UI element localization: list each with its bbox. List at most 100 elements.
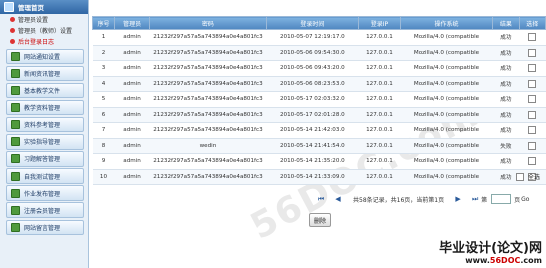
column-header: 密码 [149, 16, 267, 30]
sidebar-sub-label: 后台登录日志 [18, 39, 55, 46]
folder-icon [11, 103, 20, 113]
sidebar-sub-label: 管理员（教师）设置 [18, 28, 73, 35]
page-number-input[interactable] [491, 194, 512, 204]
sidebar-menu-label: 实验指导管理 [24, 139, 61, 147]
folder-icon [11, 137, 20, 147]
cell-no: 10 [92, 169, 115, 185]
sidebar-menu-item[interactable]: 注册会员管理 [6, 202, 84, 218]
cell-no: 5 [92, 91, 115, 108]
first-page-icon[interactable]: ⏮ [317, 195, 325, 203]
sidebar-menu-item[interactable]: 资料参考管理 [6, 116, 84, 133]
sidebar-menu-label: 注册会员管理 [24, 207, 61, 215]
sidebar-sub-item[interactable]: 后台登录日志 [0, 36, 88, 47]
cell-time: 2010-05-14 21:41:54.0 [266, 138, 359, 154]
cell-user: admin [114, 107, 150, 123]
row-checkbox[interactable] [528, 48, 537, 57]
cell-result: 失败 [492, 138, 520, 154]
sidebar-menu-item[interactable]: 习题解答管理 [6, 151, 84, 167]
sidebar-menu-item[interactable]: 网站留言管理 [6, 219, 84, 236]
cell-result: 成功 [492, 107, 520, 123]
folder-icon [11, 171, 20, 181]
cell-time: 2010-05-14 21:42:03.0 [266, 122, 359, 139]
cell-ip: 127.0.0.1 [358, 122, 401, 139]
bullet-icon [10, 39, 15, 44]
sidebar-menu-label: 网站留言管理 [24, 224, 61, 232]
cell-pwd: 21232f297a57a5a743894a0e4a801fc3 [149, 107, 267, 123]
cell-select [519, 122, 546, 139]
cell-result: 成功 [492, 45, 520, 61]
cell-ip: 127.0.0.1 [358, 60, 401, 77]
row-checkbox[interactable] [528, 141, 537, 150]
cell-os: Mozilla/4.0 (compatible [400, 153, 493, 170]
sidebar-header[interactable]: 管理首页 [0, 0, 88, 14]
row-checkbox[interactable] [528, 79, 537, 88]
select-all[interactable]: 全选 [516, 172, 540, 181]
brand-url: www.56DOC.com [439, 256, 542, 265]
sidebar-menu-item[interactable]: 网站通知设置 [6, 48, 84, 65]
cell-pwd: wedin [149, 138, 267, 154]
go-button[interactable]: Go [521, 196, 529, 203]
row-checkbox[interactable] [528, 157, 537, 166]
cell-os: Mozilla/4.0 (compatible [400, 29, 493, 46]
sidebar-sub-item[interactable]: 管理员（教师）设置 [0, 25, 88, 36]
table-row: 3 admin 21232f297a57a5a743894a0e4a801fc3 20… [92, 60, 546, 77]
cell-select [519, 76, 546, 92]
row-checkbox[interactable] [528, 110, 537, 119]
cell-os: Mozilla/4.0 (compatible [400, 169, 493, 185]
sidebar-sub-item[interactable]: 管理员设置 [0, 14, 88, 25]
brand-url-accent: 56DOC [489, 256, 521, 265]
cell-os: Mozilla/4.0 (compatible [400, 91, 493, 108]
row-checkbox[interactable] [528, 95, 537, 104]
cell-select [519, 60, 546, 77]
cell-pwd: 21232f297a57a5a743894a0e4a801fc3 [149, 153, 267, 170]
cell-user: admin [114, 169, 150, 185]
cell-os: Mozilla/4.0 (compatible [400, 122, 493, 139]
bullet-icon [10, 17, 15, 22]
folder-icon [11, 222, 20, 232]
table-row: 5 admin 21232f297a57a5a743894a0e4a801fc3 20… [92, 91, 546, 108]
cell-result: 成功 [492, 29, 520, 46]
cell-no: 9 [92, 153, 115, 170]
cell-no: 8 [92, 138, 115, 154]
sidebar-menu-item[interactable]: 新闻资讯管理 [6, 65, 84, 82]
prev-page-icon[interactable]: ◀ [334, 195, 342, 203]
table-row: 2 admin 21232f297a57a5a743894a0e4a801fc3 20… [92, 45, 546, 61]
next-page-icon[interactable]: ▶ [454, 195, 462, 203]
cell-select [519, 138, 546, 154]
cell-time: 2010-05-07 12:19:17.0 [266, 29, 359, 46]
row-checkbox[interactable] [528, 64, 537, 73]
row-checkbox[interactable] [528, 126, 537, 135]
cell-no: 7 [92, 122, 115, 139]
cell-no: 1 [92, 29, 115, 46]
cell-pwd: 21232f297a57a5a743894a0e4a801fc3 [149, 29, 267, 46]
delete-button[interactable]: 删除 [309, 213, 331, 227]
cell-time: 2010-05-17 02:01:28.0 [266, 107, 359, 123]
select-all-checkbox[interactable] [516, 172, 524, 181]
cell-pwd: 21232f297a57a5a743894a0e4a801fc3 [149, 60, 267, 77]
cell-time: 2010-05-14 21:33:09.0 [266, 169, 359, 185]
sidebar-title: 管理首页 [18, 4, 44, 12]
site-brand: 毕业设计(论文)网 www.56DOC.com [439, 237, 542, 265]
sidebar-menu-item[interactable]: 基本教学文件 [6, 82, 84, 99]
cell-user: admin [114, 138, 150, 154]
cell-result: 成功 [492, 91, 520, 108]
row-checkbox[interactable] [528, 33, 537, 42]
cell-os: Mozilla/4.0 (compatible [400, 107, 493, 123]
cell-os: Mozilla/4.0 (compatible [400, 60, 493, 77]
cell-ip: 127.0.0.1 [358, 29, 401, 46]
main-panel: 56DOC.com 序号管理员密码登录时间登录IP操作系统结果选择 1admin… [89, 0, 546, 268]
cell-user: admin [114, 45, 150, 61]
sidebar-menu-item[interactable]: 教学资料管理 [6, 99, 84, 116]
cell-time: 2010-05-06 09:43:20.0 [266, 60, 359, 77]
table-row: 7 admin 21232f297a57a5a743894a0e4a801fc3 20… [92, 122, 546, 139]
cell-result: 成功 [492, 60, 520, 77]
folder-icon [11, 205, 20, 215]
cell-user: admin [114, 29, 150, 46]
cell-select [519, 45, 546, 61]
sidebar-menu-label: 网站通知设置 [24, 53, 61, 61]
cell-user: admin [114, 60, 150, 77]
last-page-icon[interactable]: ⏭ [471, 195, 479, 203]
sidebar-menu-item[interactable]: 实验指导管理 [6, 134, 84, 150]
sidebar-menu-item[interactable]: 作业发布管理 [6, 185, 84, 201]
sidebar-menu-item[interactable]: 自我测试管理 [6, 168, 84, 184]
